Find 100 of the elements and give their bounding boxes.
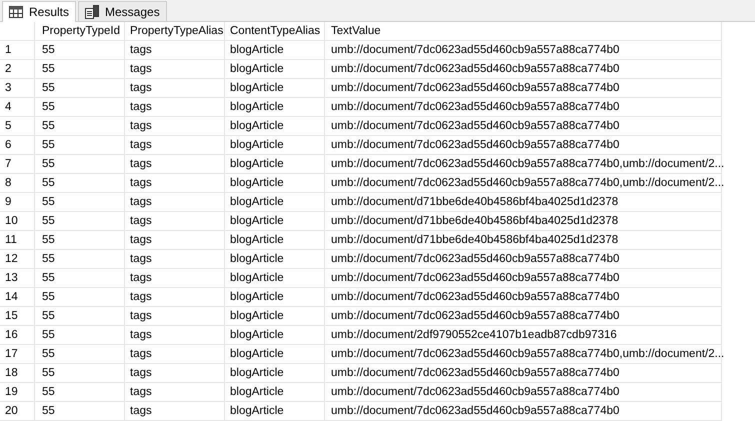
table-cell: 55 — [35, 269, 125, 288]
document-icon — [85, 4, 100, 18]
table-cell: tags — [125, 193, 225, 212]
table-cell: tags — [125, 98, 225, 117]
column-header[interactable]: TextValue — [325, 22, 722, 41]
messages-tab[interactable]: Messages — [78, 1, 167, 21]
table-cell: tags — [125, 117, 225, 136]
corner-header — [0, 22, 35, 41]
table-cell: blogArticle — [225, 136, 325, 155]
table-cell: blogArticle — [225, 231, 325, 250]
row-number: 12 — [0, 250, 35, 269]
table-cell: 55 — [35, 288, 125, 307]
table-cell: umb://document/7dc0623ad55d460cb9a557a88ca774b0 — [325, 383, 722, 402]
table-cell: umb://document/d71bbe6de40b4586bf4ba4025d1d2378 — [325, 231, 722, 250]
table-cell: 55 — [35, 326, 125, 345]
table-cell: tags — [125, 212, 225, 231]
table-cell: blogArticle — [225, 383, 325, 402]
table-cell: blogArticle — [225, 155, 325, 174]
table-cell: 55 — [35, 364, 125, 383]
row-number: 16 — [0, 326, 35, 345]
row-number: 6 — [0, 136, 35, 155]
table-cell: umb://document/7dc0623ad55d460cb9a557a88ca774b0 — [325, 307, 722, 326]
table-cell: umb://document/7dc0623ad55d460cb9a557a88ca774b0,umb://document/2... — [325, 174, 722, 193]
table-cell: 55 — [35, 402, 125, 421]
table-cell: umb://document/7dc0623ad55d460cb9a557a88ca774b0 — [325, 288, 722, 307]
table-cell: blogArticle — [225, 117, 325, 136]
table-cell: 55 — [35, 98, 125, 117]
table-cell: 55 — [35, 155, 125, 174]
grid-icon — [9, 6, 23, 18]
table-cell: tags — [125, 307, 225, 326]
table-cell: umb://document/7dc0623ad55d460cb9a557a88ca774b0 — [325, 250, 722, 269]
table-cell: tags — [125, 79, 225, 98]
table-cell: umb://document/7dc0623ad55d460cb9a557a88ca774b0 — [325, 98, 722, 117]
table-cell: blogArticle — [225, 41, 325, 60]
table-cell: tags — [125, 402, 225, 421]
table-cell: umb://document/2df9790552ce4107b1eadb87cdb97316 — [325, 326, 722, 345]
table-cell: 55 — [35, 41, 125, 60]
table-cell: umb://document/7dc0623ad55d460cb9a557a88ca774b0 — [325, 60, 722, 79]
row-number: 14 — [0, 288, 35, 307]
table-cell: umb://document/7dc0623ad55d460cb9a557a88ca774b0 — [325, 364, 722, 383]
row-number: 3 — [0, 79, 35, 98]
table-cell: tags — [125, 288, 225, 307]
row-number: 9 — [0, 193, 35, 212]
table-cell: tags — [125, 231, 225, 250]
row-number: 2 — [0, 60, 35, 79]
row-number: 11 — [0, 231, 35, 250]
table-cell: blogArticle — [225, 307, 325, 326]
row-number: 4 — [0, 98, 35, 117]
table-cell: 55 — [35, 383, 125, 402]
table-cell: 55 — [35, 250, 125, 269]
row-number: 8 — [0, 174, 35, 193]
column-header[interactable]: ContentTypeAlias — [225, 22, 325, 41]
table-cell: 55 — [35, 193, 125, 212]
column-header[interactable]: PropertyTypeAlias — [125, 22, 225, 41]
table-cell: tags — [125, 155, 225, 174]
table-cell: umb://document/7dc0623ad55d460cb9a557a88ca774b0,umb://document/2... — [325, 155, 722, 174]
row-number: 7 — [0, 155, 35, 174]
row-number: 18 — [0, 364, 35, 383]
table-cell: umb://document/7dc0623ad55d460cb9a557a88ca774b0 — [325, 117, 722, 136]
table-cell: 55 — [35, 345, 125, 364]
row-number: 10 — [0, 212, 35, 231]
table-cell: 55 — [35, 231, 125, 250]
row-number: 13 — [0, 269, 35, 288]
table-cell: umb://document/7dc0623ad55d460cb9a557a88ca774b0 — [325, 269, 722, 288]
table-cell: blogArticle — [225, 193, 325, 212]
table-cell: blogArticle — [225, 345, 325, 364]
row-number: 20 — [0, 402, 35, 421]
row-number: 19 — [0, 383, 35, 402]
table-cell: blogArticle — [225, 269, 325, 288]
table-cell: 55 — [35, 174, 125, 193]
table-cell: blogArticle — [225, 174, 325, 193]
table-cell: tags — [125, 364, 225, 383]
table-cell: tags — [125, 250, 225, 269]
table-cell: tags — [125, 345, 225, 364]
table-cell: blogArticle — [225, 212, 325, 231]
table-cell: 55 — [35, 79, 125, 98]
table-cell: tags — [125, 174, 225, 193]
row-number: 17 — [0, 345, 35, 364]
column-header[interactable]: PropertyTypeId — [35, 22, 125, 41]
table-cell: umb://document/7dc0623ad55d460cb9a557a88ca774b0 — [325, 41, 722, 60]
table-cell: umb://document/7dc0623ad55d460cb9a557a88ca774b0,umb://document/2... — [325, 345, 722, 364]
table-cell: blogArticle — [225, 79, 325, 98]
table-cell: blogArticle — [225, 60, 325, 79]
results-tab[interactable]: Results — [2, 1, 76, 22]
table-cell: blogArticle — [225, 288, 325, 307]
table-cell: blogArticle — [225, 250, 325, 269]
table-cell: tags — [125, 136, 225, 155]
table-cell: umb://document/7dc0623ad55d460cb9a557a88ca774b0 — [325, 79, 722, 98]
table-cell: blogArticle — [225, 98, 325, 117]
row-number: 5 — [0, 117, 35, 136]
table-cell: blogArticle — [225, 364, 325, 383]
table-cell: tags — [125, 269, 225, 288]
table-cell: 55 — [35, 307, 125, 326]
table-cell: 55 — [35, 60, 125, 79]
table-cell: tags — [125, 326, 225, 345]
table-cell: umb://document/d71bbe6de40b4586bf4ba4025d1d2378 — [325, 193, 722, 212]
table-cell: blogArticle — [225, 402, 325, 421]
table-cell: 55 — [35, 212, 125, 231]
table-cell: tags — [125, 60, 225, 79]
row-number: 1 — [0, 41, 35, 60]
